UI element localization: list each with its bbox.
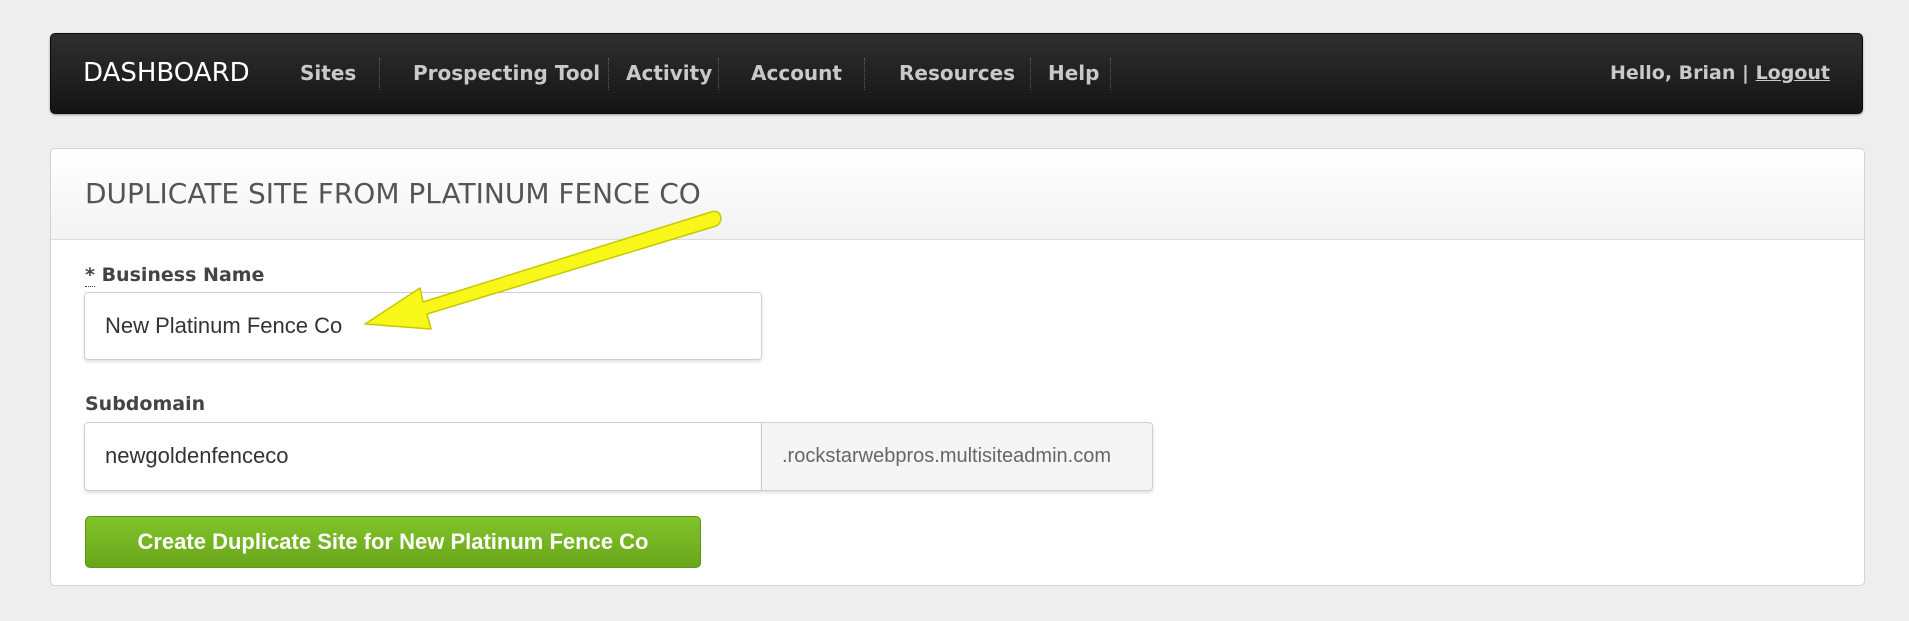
nav-item-account[interactable]: Account [751, 34, 842, 113]
business-name-input[interactable]: New Platinum Fence Co [84, 292, 762, 360]
logout-link[interactable]: Logout [1756, 62, 1830, 84]
panel-header: DUPLICATE SITE FROM PLATINUM FENCE CO [51, 149, 1864, 240]
create-duplicate-site-button[interactable]: Create Duplicate Site for New Platinum F… [85, 516, 701, 568]
subdomain-input[interactable]: newgoldenfenceco [84, 422, 762, 491]
nav-divider [608, 58, 610, 90]
nav-item-prospecting-tool[interactable]: Prospecting Tool [413, 34, 600, 113]
required-marker: * [85, 264, 95, 287]
nav-divider [1030, 58, 1032, 90]
dashboard-brand[interactable]: DASHBOARD [83, 34, 250, 113]
duplicate-site-panel: DUPLICATE SITE FROM PLATINUM FENCE CO * … [50, 148, 1865, 586]
nav-item-sites[interactable]: Sites [300, 34, 356, 113]
nav-divider [864, 58, 866, 90]
user-greeting: Hello, Brian | [1609, 62, 1749, 84]
top-navbar: DASHBOARD Sites Prospecting Tool Activit… [50, 33, 1863, 114]
user-area: Hello, Brian | Logout [1610, 34, 1830, 113]
nav-item-resources[interactable]: Resources [899, 34, 1015, 113]
business-name-label: * Business Name [85, 264, 265, 287]
business-name-label-text: Business Name [101, 264, 265, 286]
nav-item-activity[interactable]: Activity [626, 34, 712, 113]
subdomain-label: Subdomain [85, 393, 206, 415]
nav-divider [1110, 58, 1112, 90]
page-title: DUPLICATE SITE FROM PLATINUM FENCE CO [85, 177, 701, 210]
nav-item-help[interactable]: Help [1048, 34, 1099, 113]
nav-divider [379, 58, 381, 90]
subdomain-suffix: .rockstarwebpros.multisiteadmin.com [762, 422, 1153, 491]
nav-divider [718, 58, 720, 90]
